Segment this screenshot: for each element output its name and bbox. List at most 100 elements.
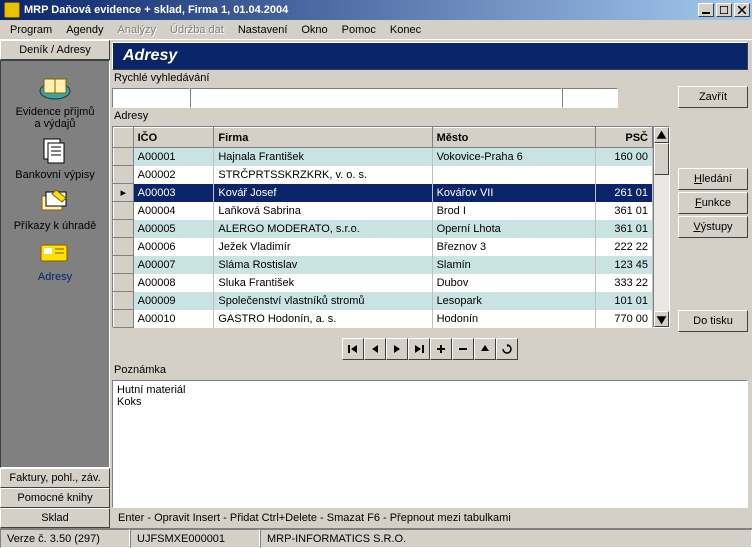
note-label: Poznámka	[112, 364, 748, 378]
table-row[interactable]: A00009Společenství vlastníků stromůLesop…	[114, 292, 653, 310]
maximize-button[interactable]	[716, 3, 732, 17]
cell-psc: 361 01	[596, 202, 653, 220]
table-row[interactable]: A00004Laňková SabrinaBrod I361 01	[114, 202, 653, 220]
sidebar-tab-pomocne[interactable]: Pomocné knihy	[0, 488, 110, 508]
scroll-up-icon[interactable]	[654, 127, 669, 143]
cell-psc: 123 45	[596, 256, 653, 274]
table-row[interactable]: A00006Ježek VladimírBřeznov 3222 22	[114, 238, 653, 256]
sidebar-item-label: Bankovní výpisy	[15, 169, 94, 181]
sidebar-tab-faktury[interactable]: Faktury, pohl., záv.	[0, 468, 110, 488]
window-title: MRP Daňová evidence + sklad, Firma 1, 01…	[24, 4, 698, 16]
minimize-button[interactable]	[698, 3, 714, 17]
status-company: MRP-INFORMATICS S.R.O.	[260, 529, 752, 548]
cell-ico: A00002	[133, 166, 214, 184]
nav-last-icon[interactable]	[408, 338, 430, 360]
menu-okno[interactable]: Okno	[295, 22, 333, 38]
print-button[interactable]: Do tisku	[678, 310, 748, 332]
table-row[interactable]: A00010GASTRO Hodonín, a. s.Hodonín770 00	[114, 310, 653, 328]
nav-edit-icon[interactable]	[474, 338, 496, 360]
cell-mesto: Kovářov VII	[432, 184, 596, 202]
nav-insert-icon[interactable]	[430, 338, 452, 360]
menu-analyzy: Analýzy	[112, 22, 163, 38]
nav-next-icon[interactable]	[386, 338, 408, 360]
cell-ico: A00009	[133, 292, 214, 310]
table-row[interactable]: A00002STRČPRTSSKRZKRK, v. o. s.	[114, 166, 653, 184]
col-psc[interactable]: PSČ	[596, 128, 653, 148]
sidebar-item-bankovni[interactable]: Bankovní výpisy	[1, 136, 109, 181]
col-ico[interactable]: IČO	[133, 128, 214, 148]
cell-psc: 222 22	[596, 238, 653, 256]
outputs-button[interactable]: Výstupy	[678, 216, 748, 238]
cell-mesto: Lesopark	[432, 292, 596, 310]
table-row[interactable]: ▸A00003Kovář JosefKovářov VII261 01	[114, 184, 653, 202]
row-indicator	[114, 310, 134, 328]
scroll-track[interactable]	[654, 175, 669, 311]
nav-first-icon[interactable]	[342, 338, 364, 360]
ledger-icon	[37, 73, 73, 103]
search-firma[interactable]	[190, 88, 562, 108]
cell-mesto: Slamín	[432, 256, 596, 274]
close-button[interactable]	[734, 3, 750, 17]
cell-mesto: Březnov 3	[432, 238, 596, 256]
address-grid[interactable]: IČO Firma Město PSČ A00001Hajnala Franti…	[112, 126, 670, 328]
docs-icon	[37, 136, 73, 166]
cell-ico: A00008	[133, 274, 214, 292]
cell-firma: GASTRO Hodonín, a. s.	[214, 310, 432, 328]
functions-button[interactable]: Funkce	[678, 192, 748, 214]
cell-ico: A00005	[133, 220, 214, 238]
cell-ico: A00006	[133, 238, 214, 256]
col-mesto[interactable]: Město	[432, 128, 596, 148]
col-firma[interactable]: Firma	[214, 128, 432, 148]
sidebar-item-prikazy[interactable]: Příkazy k úhradě	[1, 187, 109, 232]
menu-pomoc[interactable]: Pomoc	[336, 22, 382, 38]
app-icon	[4, 2, 20, 18]
search-extra[interactable]	[562, 88, 618, 108]
statusbar: Verze č. 3.50 (297) UJFSMXE000001 MRP-IN…	[0, 528, 752, 548]
cell-firma: Sláma Rostislav	[214, 256, 432, 274]
cell-psc	[596, 166, 653, 184]
cell-firma: Společenství vlastníků stromů	[214, 292, 432, 310]
card-icon	[37, 238, 73, 268]
scroll-down-icon[interactable]	[654, 311, 669, 327]
table-row[interactable]: A00001Hajnala FrantišekVokovice-Praha 61…	[114, 148, 653, 166]
row-indicator	[114, 256, 134, 274]
sidebar-item-label: Adresy	[38, 271, 72, 283]
sidebar-item-evidence[interactable]: Evidence příjmů a výdajů	[1, 73, 109, 130]
sidebar-item-adresy[interactable]: Adresy	[1, 238, 109, 283]
table-row[interactable]: A00007Sláma RostislavSlamín123 45	[114, 256, 653, 274]
page-title: Adresy	[112, 42, 748, 70]
table-row[interactable]: A00005ALERGO MODERATO, s.r.o.Operní Lhot…	[114, 220, 653, 238]
titlebar: MRP Daňová evidence + sklad, Firma 1, 01…	[0, 0, 752, 20]
menu-nastaveni[interactable]: Nastavení	[232, 22, 294, 38]
cell-firma: Sluka František	[214, 274, 432, 292]
cell-ico: A00001	[133, 148, 214, 166]
grid-scrollbar[interactable]	[653, 127, 669, 327]
search-button[interactable]: Hledání	[678, 168, 748, 190]
quick-search-row	[112, 88, 670, 108]
row-indicator	[114, 292, 134, 310]
row-indicator	[114, 238, 134, 256]
close-panel-button[interactable]: Zavřít	[678, 86, 748, 108]
menu-konec[interactable]: Konec	[384, 22, 427, 38]
cell-ico: A00004	[133, 202, 214, 220]
money-icon	[37, 187, 73, 217]
row-indicator	[114, 274, 134, 292]
grid-gutter-header	[114, 128, 134, 148]
quick-search-label: Rychlé vyhledávání	[112, 72, 670, 86]
grid-label: Adresy	[112, 110, 670, 124]
table-row[interactable]: A00008Sluka FrantišekDubov333 22	[114, 274, 653, 292]
search-ico[interactable]	[112, 88, 190, 108]
menu-program[interactable]: Program	[4, 22, 58, 38]
scroll-thumb[interactable]	[654, 143, 669, 175]
sidebar-tab-sklad[interactable]: Sklad	[0, 508, 110, 528]
note-memo[interactable]: Hutní materiál Koks	[112, 380, 748, 508]
menu-agendy[interactable]: Agendy	[60, 22, 109, 38]
nav-prev-icon[interactable]	[364, 338, 386, 360]
cell-firma: STRČPRTSSKRZKRK, v. o. s.	[214, 166, 432, 184]
nav-delete-icon[interactable]	[452, 338, 474, 360]
grid-header-row[interactable]: IČO Firma Město PSČ	[114, 128, 653, 148]
nav-refresh-icon[interactable]	[496, 338, 518, 360]
sidebar-content: Evidence příjmů a výdajů Bankovní výpisy…	[0, 60, 110, 468]
sidebar-tab-denik[interactable]: Deník / Adresy	[0, 40, 110, 60]
row-indicator: ▸	[114, 184, 134, 202]
